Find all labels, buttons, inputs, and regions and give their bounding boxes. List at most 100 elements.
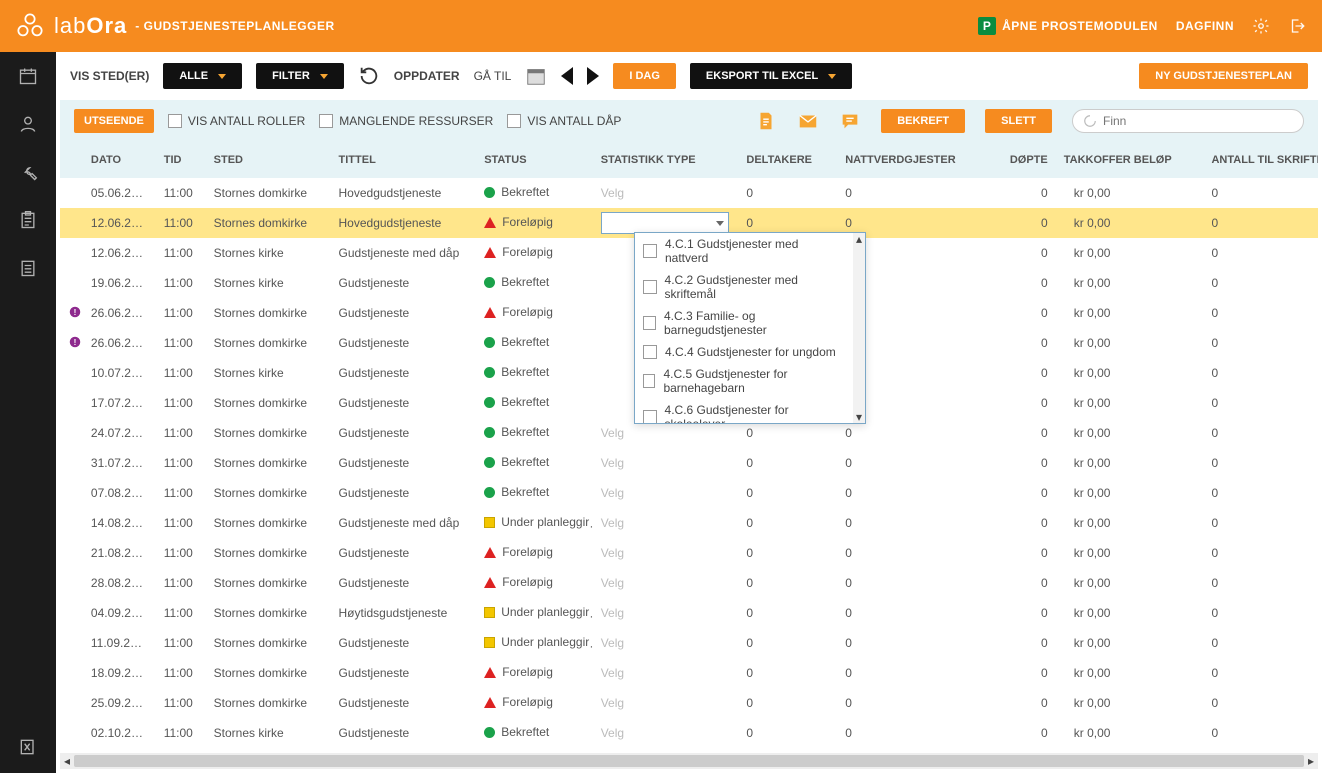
table-row[interactable]: 21.08.201611:00Stornes domkirkeGudstjene… [60,538,1318,568]
manglende-checkbox[interactable]: MANGLENDE RESSURSER [319,114,493,128]
col-sted[interactable]: STED [206,142,331,178]
alle-dropdown[interactable]: ALLE [163,63,242,89]
stat-type-placeholder[interactable]: Velg [601,426,624,440]
dropdown-option[interactable]: 4.C.6 Gudstjenester for skoleelever [635,399,853,423]
dropdown-option[interactable]: 4.C.3 Familie- og barnegudstjenester [635,305,853,341]
logout-icon[interactable] [1288,17,1306,35]
dropdown-scrollbar[interactable]: ▴ ▾ [853,233,865,423]
cell-stattype[interactable]: Velg [593,478,739,508]
datepicker-icon[interactable] [525,65,547,87]
stat-type-placeholder[interactable]: Velg [601,696,624,710]
list-icon[interactable] [18,258,38,278]
user-name[interactable]: DAGFINN [1176,19,1234,33]
scroll-up-icon[interactable]: ▴ [853,233,865,245]
dropdown-option[interactable]: 4.C.5 Gudstjenester for barnehagebarn [635,363,853,399]
option-checkbox[interactable] [643,280,657,294]
dropdown-option[interactable]: 4.C.2 Gudstjenester med skriftemål [635,269,853,305]
search-input-wrap[interactable] [1072,109,1304,133]
cell-stattype[interactable]: Velg [593,448,739,478]
option-checkbox[interactable] [643,345,657,359]
stat-type-select[interactable] [601,212,729,234]
col-deltakere[interactable]: DELTAKERE [738,142,837,178]
scroll-down-icon[interactable]: ▾ [853,411,865,423]
cell-stattype[interactable]: Velg [593,508,739,538]
col-dopte[interactable]: DØPTE [993,142,1055,178]
col-natt[interactable]: NATTVERDGJESTER [837,142,993,178]
stat-type-placeholder[interactable]: Velg [601,546,624,560]
table-row[interactable]: 02.10.201611:00Stornes kirkeGudstjeneste… [60,718,1318,748]
table-row[interactable]: 31.07.201611:00Stornes domkirkeGudstjene… [60,448,1318,478]
table-row[interactable]: 05.06.201611:00Stornes domkirkeHovedguds… [60,178,1318,208]
col-skrifte[interactable]: ANTALL TIL SKRIFTE [1203,142,1318,178]
stat-type-placeholder[interactable]: Velg [601,666,624,680]
refresh-icon[interactable] [358,65,380,87]
table-row[interactable]: 04.09.201611:00Stornes domkirkeHøytidsgu… [60,598,1318,628]
cell-stattype[interactable]: Velg [593,658,739,688]
stat-type-placeholder[interactable]: Velg [601,576,624,590]
gear-icon[interactable] [1252,17,1270,35]
cell-dato: 24.07.2016 [83,418,156,448]
clipboard-icon[interactable] [18,210,38,230]
table-row[interactable]: 07.08.201611:00Stornes domkirkeGudstjene… [60,478,1318,508]
col-dato[interactable]: DATO [83,142,156,178]
cell-skrifte: 0 [1203,478,1318,508]
today-button[interactable]: I DAG [613,63,676,89]
new-plan-button[interactable]: NY GUDSTJENESTEPLAN [1139,63,1308,89]
cell-stattype[interactable]: Velg [593,598,739,628]
person-icon[interactable] [18,114,38,134]
vis-roller-checkbox[interactable]: VIS ANTALL ROLLER [168,114,305,128]
option-checkbox[interactable] [643,410,657,423]
slett-button[interactable]: SLETT [985,109,1052,133]
cell-stattype[interactable]: Velg [593,718,739,748]
utseende-button[interactable]: UTSEENDE [74,109,154,133]
stat-type-placeholder[interactable]: Velg [601,726,624,740]
cell-tid: 11:00 [156,328,206,358]
col-status[interactable]: STATUS [476,142,593,178]
mail-icon[interactable] [797,110,819,132]
table-row[interactable]: 11.09.201611:00Stornes domkirkeGudstjene… [60,628,1318,658]
prev-arrow-icon[interactable] [561,67,573,85]
search-input[interactable] [1103,114,1293,128]
stat-type-dropdown[interactable]: ▴ ▾ 4.C.1 Gudstjenester med nattverd4.C.… [634,232,866,424]
filter-dropdown[interactable]: FILTER [256,63,344,89]
col-tittel[interactable]: TITTEL [331,142,477,178]
calendar-icon[interactable] [18,66,38,86]
stat-type-placeholder[interactable]: Velg [601,516,624,530]
cell-stattype[interactable]: Velg [593,538,739,568]
col-stattype[interactable]: STATISTIKK TYPE [593,142,739,178]
stat-type-placeholder[interactable]: Velg [601,636,624,650]
table-row[interactable]: 25.09.201611:00Stornes domkirkeGudstjene… [60,688,1318,718]
oppdater-label[interactable]: OPPDATER [394,69,460,83]
cell-stattype[interactable]: Velg [593,178,739,208]
option-checkbox[interactable] [643,316,656,330]
option-checkbox[interactable] [643,244,657,258]
cell-stattype[interactable]: Velg [593,688,739,718]
bekreft-button[interactable]: BEKREFT [881,109,965,133]
scroll-thumb[interactable] [74,755,1304,767]
horizontal-scrollbar[interactable]: ◂ ▸ [60,753,1318,769]
scroll-right-icon[interactable]: ▸ [1304,753,1318,769]
stat-type-placeholder[interactable]: Velg [601,186,624,200]
option-checkbox[interactable] [643,374,655,388]
cell-stattype[interactable]: Velg [593,628,739,658]
next-arrow-icon[interactable] [587,67,599,85]
dropdown-option[interactable]: 4.C.1 Gudstjenester med nattverd [635,233,853,269]
cell-stattype[interactable]: Velg [593,568,739,598]
vis-dap-checkbox[interactable]: VIS ANTALL DÅP [507,114,621,128]
stat-type-placeholder[interactable]: Velg [601,606,624,620]
table-row[interactable]: 14.08.201611:00Stornes domkirkeGudstjene… [60,508,1318,538]
wrench-icon[interactable] [18,162,38,182]
table-row[interactable]: 18.09.201611:00Stornes domkirkeGudstjene… [60,658,1318,688]
stat-type-placeholder[interactable]: Velg [601,456,624,470]
document-icon[interactable] [755,110,777,132]
chat-icon[interactable] [839,110,861,132]
dropdown-option[interactable]: 4.C.4 Gudstjenester for ungdom [635,341,853,363]
table-row[interactable]: 28.08.201611:00Stornes domkirkeGudstjene… [60,568,1318,598]
export-excel-button[interactable]: EKSPORT TIL EXCEL [690,63,852,89]
export-icon[interactable] [18,737,38,757]
col-takkoffer[interactable]: TAKKOFFER BELØP [1056,142,1204,178]
stat-type-placeholder[interactable]: Velg [601,486,624,500]
scroll-left-icon[interactable]: ◂ [60,753,74,769]
open-prostemodul-button[interactable]: P ÅPNE PROSTEMODULEN [978,17,1158,35]
col-tid[interactable]: TID [156,142,206,178]
